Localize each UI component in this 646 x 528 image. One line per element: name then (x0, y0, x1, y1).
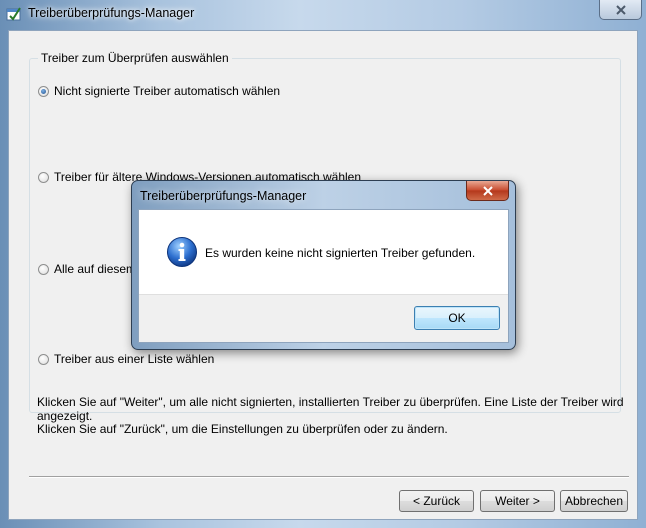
title-bar[interactable]: Treiberüberprüfungs-Manager (0, 0, 646, 28)
dialog-client-area: Es wurden keine nicht signierten Treiber… (138, 209, 509, 343)
next-button[interactable]: Weiter > (480, 490, 555, 512)
ok-button[interactable]: OK (414, 306, 500, 330)
option-label: Treiber aus einer Liste wählen (54, 352, 215, 366)
driver-verifier-icon (6, 7, 21, 21)
dialog-message: Es wurden keine nicht signierten Treiber… (205, 246, 476, 260)
info-text-next: Klicken Sie auf "Weiter", um alle nicht … (37, 395, 624, 423)
radio-button[interactable] (38, 171, 49, 183)
window-title: Treiberüberprüfungs-Manager (28, 6, 195, 20)
window-close-button[interactable] (599, 0, 642, 20)
radio-button[interactable] (38, 263, 49, 275)
cancel-button[interactable]: Abbrechen (560, 490, 628, 512)
option-select-from-list[interactable]: Treiber aus einer Liste wählen (38, 352, 214, 366)
group-title: Treiber zum Überprüfen auswählen (38, 51, 232, 65)
dialog-title: Treiberüberprüfungs-Manager (140, 189, 307, 203)
info-icon (167, 237, 197, 267)
info-text-back: Klicken Sie auf "Zurück", um die Einstel… (37, 422, 448, 436)
dialog-footer: OK (139, 294, 508, 342)
close-icon (482, 185, 493, 196)
option-label: Nicht signierte Treiber automatisch wähl… (54, 84, 281, 98)
option-unsigned-drivers[interactable]: Nicht signierte Treiber automatisch wähl… (38, 84, 280, 98)
button-separator (29, 476, 629, 478)
radio-button[interactable] (38, 353, 49, 365)
close-icon (615, 4, 626, 15)
message-dialog: Treiberüberprüfungs-Manager Es wurden ke… (131, 180, 516, 350)
radio-button-checked[interactable] (38, 85, 49, 97)
dialog-close-button[interactable] (466, 181, 509, 201)
back-button[interactable]: < Zurück (399, 490, 474, 512)
